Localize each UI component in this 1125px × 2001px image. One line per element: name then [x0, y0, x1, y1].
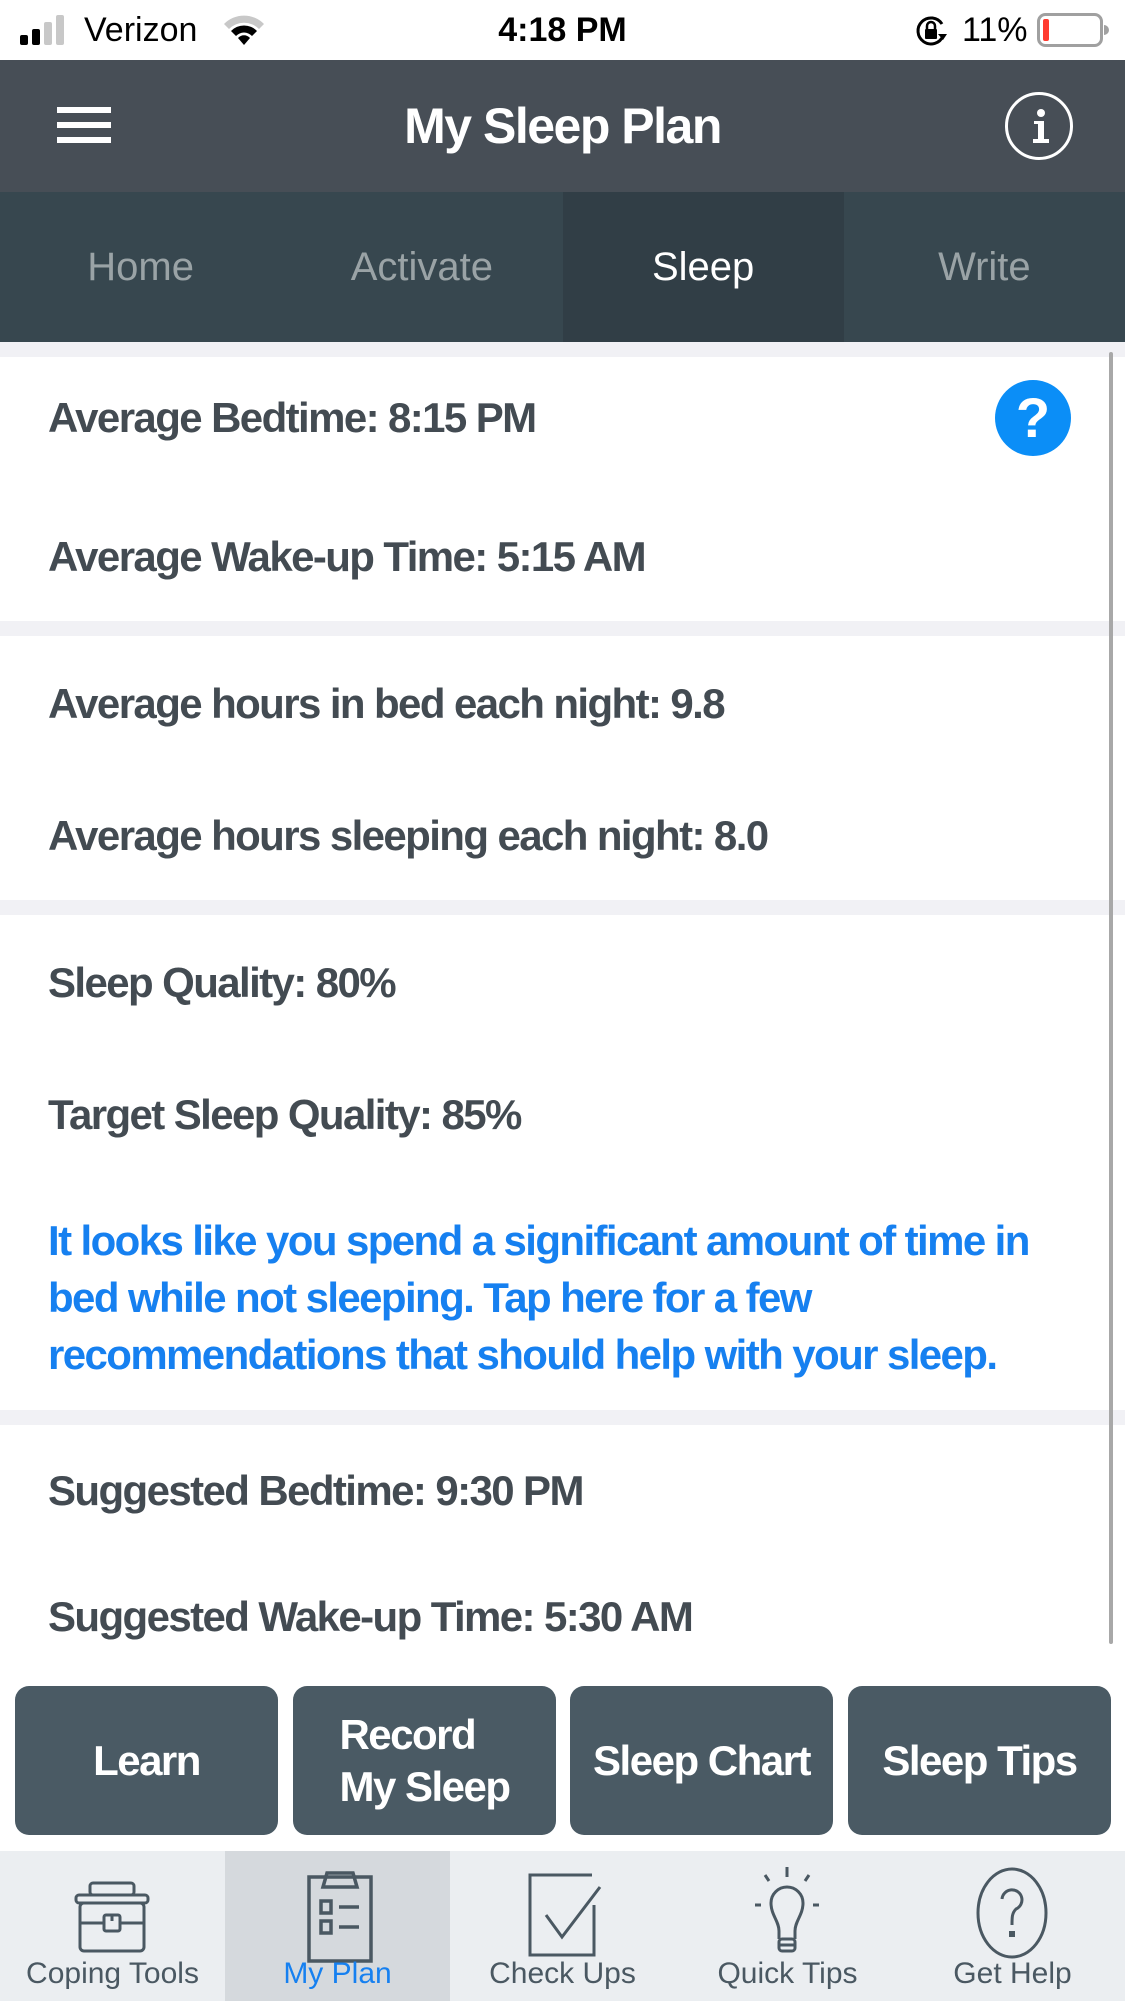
nav-coping-tools-label: Coping Tools [26, 1957, 199, 1990]
bottom-tab-bar: Coping Tools My Plan Check Ups Quick Tip… [0, 1851, 1125, 2001]
question-circle-icon [976, 1867, 1048, 1959]
nav-quick-tips[interactable]: Quick Tips [675, 1851, 900, 2001]
sleep-tips-button-label: Sleep Tips [882, 1736, 1078, 1784]
average-wakeup-time: Average Wake-up Time: 5:15 AM [48, 533, 647, 580]
toolbox-icon [74, 1881, 150, 1953]
tab-home[interactable]: Home [0, 192, 281, 342]
nav-coping-tools[interactable]: Coping Tools [0, 1851, 225, 2001]
nav-quick-tips-label: Quick Tips [717, 1957, 858, 1990]
average-bedtime: Average Bedtime: 8:15 PM [48, 394, 537, 441]
nav-get-help[interactable]: Get Help [900, 1851, 1125, 2001]
lightbulb-icon [755, 1867, 819, 1953]
tab-write[interactable]: Write [844, 192, 1125, 342]
tab-sleep[interactable]: Sleep [562, 192, 844, 342]
battery-percent: 11% [962, 11, 1028, 49]
suggested-times-card: Suggested Bedtime: 9:30 PM Suggested Wak… [0, 1425, 1125, 1645]
nav-check-ups-label: Check Ups [489, 1957, 636, 1990]
status-bar: Verizon 4:18 PM 11% [0, 0, 1125, 60]
record-my-sleep-button-label: Record My Sleep [339, 1710, 511, 1810]
checkbox-icon [528, 1873, 602, 1957]
learn-button[interactable]: Learn [15, 1686, 278, 1835]
sleep-chart-button[interactable]: Sleep Chart [570, 1686, 833, 1835]
suggested-wakeup-time: Suggested Wake-up Time: 5:30 AM [48, 1593, 694, 1640]
info-icon[interactable] [1005, 92, 1073, 160]
app-header: My Sleep Plan [0, 60, 1125, 192]
quality-card: Sleep Quality: 80% Target Sleep Quality:… [0, 915, 1125, 1410]
sleep-quality: Sleep Quality: 80% [48, 959, 397, 1006]
scrollbar[interactable] [1109, 352, 1113, 1644]
suggested-bedtime: Suggested Bedtime: 9:30 PM [48, 1467, 584, 1514]
page-title: My Sleep Plan [404, 98, 722, 154]
nav-my-plan[interactable]: My Plan [225, 1851, 450, 2001]
orientation-lock-icon [916, 16, 947, 46]
average-hours-in-bed: Average hours in bed each night: 9.8 [48, 680, 726, 727]
battery-icon [1037, 13, 1109, 47]
clock: 4:18 PM [498, 11, 627, 49]
nav-check-ups[interactable]: Check Ups [450, 1851, 675, 2001]
nav-get-help-label: Get Help [953, 1957, 1072, 1990]
segment-tabs: Home Activate Sleep Write [0, 192, 1125, 342]
record-my-sleep-button[interactable]: Record My Sleep [293, 1686, 556, 1835]
bedtime-card: Average Bedtime: 8:15 PM ? Average Wake-… [0, 357, 1125, 621]
nav-my-plan-label: My Plan [283, 1957, 392, 1990]
target-sleep-quality: Target Sleep Quality: 85% [48, 1091, 522, 1138]
action-buttons: Learn Record My Sleep Sleep Chart Sleep … [0, 1644, 1125, 1851]
clipboard-checklist-icon [307, 1871, 373, 1963]
help-icon[interactable]: ? [995, 380, 1071, 456]
learn-button-label: Learn [93, 1736, 201, 1784]
average-hours-sleeping: Average hours sleeping each night: 8.0 [48, 812, 769, 859]
hours-card: Average hours in bed each night: 9.8 Ave… [0, 636, 1125, 900]
sleep-tips-button[interactable]: Sleep Tips [848, 1686, 1111, 1835]
sleep-recommendations-link[interactable]: It looks like you spend a significant am… [48, 1212, 1108, 1383]
tab-activate[interactable]: Activate [281, 192, 562, 342]
sleep-chart-button-label: Sleep Chart [593, 1736, 811, 1784]
